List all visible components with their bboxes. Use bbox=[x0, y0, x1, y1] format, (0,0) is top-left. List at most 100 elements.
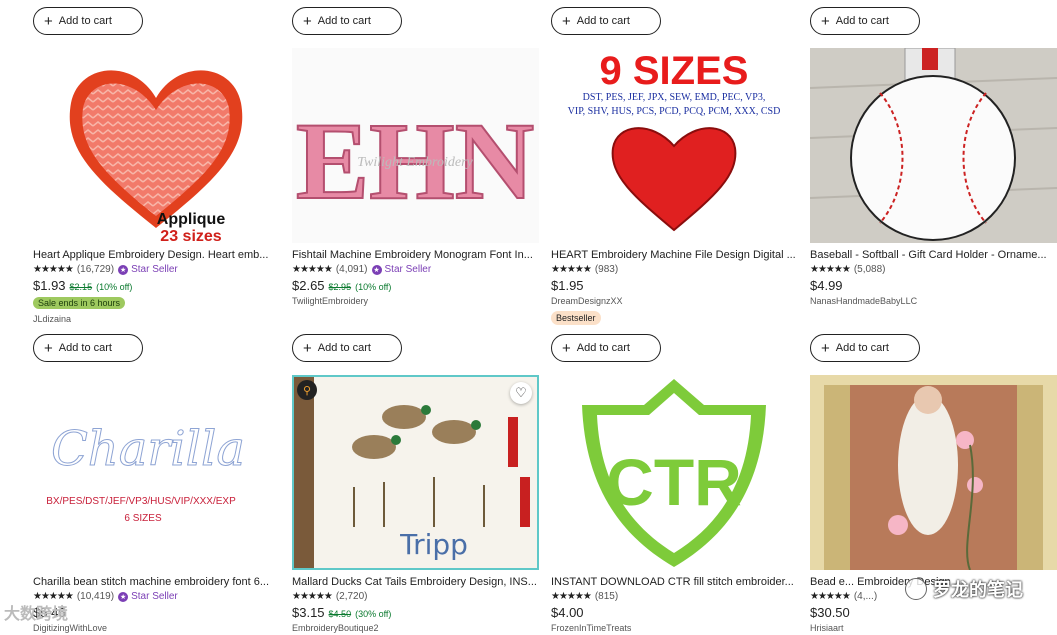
add-to-cart-button[interactable]: + Add to cart bbox=[33, 334, 143, 362]
review-count: (5,088) bbox=[853, 264, 886, 275]
shop-name[interactable]: EmbroideryBoutique2 bbox=[292, 623, 539, 633]
add-to-cart-button[interactable]: + Add to cart bbox=[33, 7, 143, 35]
price: $2.65 bbox=[292, 278, 325, 293]
listing-title[interactable]: Baseball - Softball - Gift Card Holder -… bbox=[810, 249, 1057, 261]
wechat-icon bbox=[905, 578, 927, 600]
plus-icon: + bbox=[562, 12, 571, 30]
add-to-cart-button[interactable]: + Add to cart bbox=[292, 334, 402, 362]
image-caption: Charilla bbox=[51, 421, 245, 477]
listing-image[interactable] bbox=[810, 48, 1057, 243]
listing-title[interactable]: Heart Applique Embroidery Design. Heart … bbox=[33, 249, 280, 261]
image-caption: Applique bbox=[157, 211, 226, 228]
review-count: (983) bbox=[594, 264, 619, 275]
ctr-shield-image: CTR bbox=[582, 379, 766, 567]
listing-image[interactable]: Applique 23 sizes bbox=[33, 48, 280, 243]
image-caption: Twilight Embroidery bbox=[357, 155, 473, 170]
plus-icon: + bbox=[44, 339, 53, 357]
listing-title[interactable]: Mallard Ducks Cat Tails Embroidery Desig… bbox=[292, 576, 539, 588]
star-rating-icon: ★★★★★ bbox=[292, 591, 333, 602]
star-rating-icon: ★★★★★ bbox=[551, 264, 592, 275]
add-to-cart-row-top: + Add to cart + Add to cart + Add to cart +… bbox=[0, 7, 1057, 41]
price-row: $4.99 bbox=[810, 278, 1057, 293]
listing-card[interactable]: 9 SIZES DST, PES, JEF, JPX, SEW, EMD, PE… bbox=[551, 48, 798, 326]
discount: (10% off) bbox=[355, 282, 392, 292]
price-row: $1.93 $2.15 (10% off) bbox=[33, 278, 280, 293]
listing-image[interactable]: Tripp ⚲ ♡ bbox=[292, 375, 539, 570]
review-count: (16,729) bbox=[76, 264, 115, 275]
listing-title[interactable]: Fishtail Machine Embroidery Monogram Fon… bbox=[292, 249, 539, 261]
listing-card[interactable]: Charilla BX/PES/DST/JEF/VP3/HUS/VIP/XXX/… bbox=[33, 375, 280, 633]
favorite-heart-icon[interactable]: ♡ bbox=[510, 382, 532, 404]
original-price: $4.50 bbox=[328, 609, 352, 619]
watermark-left: 大数跨境 bbox=[4, 606, 69, 623]
rating: ★★★★★ (983) bbox=[551, 264, 798, 275]
image-caption: 23 sizes bbox=[160, 228, 221, 243]
listing-title[interactable]: Charilla bean stitch machine embroidery … bbox=[33, 576, 280, 588]
star-seller-icon: ★ bbox=[118, 264, 129, 275]
add-to-cart-button[interactable]: + Add to cart bbox=[810, 7, 920, 35]
add-to-cart-row-bottom: + Add to cart + Add to cart + Add to cart +… bbox=[0, 334, 1057, 368]
star-rating-icon: ★★★★★ bbox=[810, 591, 851, 602]
bestseller-badge: Bestseller bbox=[551, 311, 601, 325]
add-to-cart-button[interactable]: + Add to cart bbox=[810, 334, 920, 362]
search-lens-icon[interactable]: ⚲ bbox=[297, 380, 317, 400]
rating: ★★★★★ (5,088) bbox=[810, 264, 1057, 275]
add-to-cart-button[interactable]: + Add to cart bbox=[292, 7, 402, 35]
listing-card[interactable]: Tripp ⚲ ♡ Mallard Ducks Cat Tails Embroi… bbox=[292, 375, 539, 633]
image-caption: CTR bbox=[606, 445, 742, 519]
price: $1.93 bbox=[33, 278, 66, 293]
listing-image[interactable]: CTR bbox=[551, 375, 798, 570]
shop-name[interactable]: FrozenInTimeTreats bbox=[551, 623, 798, 633]
monogram-image: EHN Twilight Embroidery bbox=[295, 99, 535, 223]
listing-image[interactable] bbox=[810, 375, 1057, 570]
review-count: (10,419) bbox=[76, 591, 115, 602]
listing-image[interactable]: 9 SIZES DST, PES, JEF, JPX, SEW, EMD, PE… bbox=[551, 48, 798, 243]
listing-title[interactable]: HEART Embroidery Machine File Design Dig… bbox=[551, 249, 798, 261]
price-row: $2.65 $2.95 (10% off) bbox=[292, 278, 539, 293]
listing-title[interactable]: INSTANT DOWNLOAD CTR fill stitch embroid… bbox=[551, 576, 798, 588]
review-count: (4,091) bbox=[335, 264, 368, 275]
heart-sizes-image: 9 SIZES DST, PES, JEF, JPX, SEW, EMD, PE… bbox=[568, 49, 780, 232]
star-seller-badge: ★ Star Seller bbox=[118, 591, 178, 602]
price-row: $1.95 bbox=[551, 278, 798, 293]
rating: ★★★★★ (10,419) ★ Star Seller bbox=[33, 591, 280, 602]
original-price: $2.95 bbox=[328, 282, 352, 292]
plus-icon: + bbox=[821, 339, 830, 357]
price: $30.50 bbox=[810, 605, 850, 620]
add-to-cart-button[interactable]: + Add to cart bbox=[551, 334, 661, 362]
shop-name[interactable]: NanasHandmadeBabyLLC bbox=[810, 296, 1057, 306]
listing-image[interactable]: Charilla BX/PES/DST/JEF/VP3/HUS/VIP/XXX/… bbox=[33, 375, 280, 570]
star-rating-icon: ★★★★★ bbox=[292, 264, 333, 275]
image-caption: BX/PES/DST/JEF/VP3/HUS/VIP/XXX/EXP bbox=[46, 496, 236, 507]
price-row: $4.00 bbox=[551, 605, 798, 620]
price-row: $30.50 bbox=[810, 605, 1057, 620]
shop-name[interactable]: DigitizingWithLove bbox=[33, 623, 280, 633]
image-caption: DST, PES, JEF, JPX, SEW, EMD, PEC, VP3, bbox=[583, 92, 766, 103]
listing-card[interactable]: Baseball - Softball - Gift Card Holder -… bbox=[810, 48, 1057, 306]
rating: ★★★★★ (2,720) bbox=[292, 591, 539, 602]
shop-name[interactable]: JLdizaina bbox=[33, 314, 280, 324]
star-rating-icon: ★★★★★ bbox=[810, 264, 851, 275]
shop-name[interactable]: Hrisiaart bbox=[810, 623, 1057, 633]
bead-embroidery-image bbox=[810, 375, 1057, 570]
star-seller-badge: ★ Star Seller bbox=[118, 264, 178, 275]
price: $1.95 bbox=[551, 278, 584, 293]
plus-icon: + bbox=[303, 339, 312, 357]
add-to-cart-button[interactable]: + Add to cart bbox=[551, 7, 661, 35]
plus-icon: + bbox=[303, 12, 312, 30]
rating: ★★★★★ (4,091) ★ Star Seller bbox=[292, 264, 539, 275]
listing-card[interactable]: CTR INSTANT DOWNLOAD CTR fill stitch emb… bbox=[551, 375, 798, 633]
review-count: (815) bbox=[594, 591, 619, 602]
listing-card[interactable]: EHN Twilight Embroidery Fishtail Machine… bbox=[292, 48, 539, 306]
review-count: (2,720) bbox=[335, 591, 368, 602]
heart-applique-image: Applique 23 sizes bbox=[69, 70, 243, 243]
star-rating-icon: ★★★★★ bbox=[551, 591, 592, 602]
price: $4.00 bbox=[551, 605, 584, 620]
star-seller-badge: ★ Star Seller bbox=[371, 264, 432, 275]
plus-icon: + bbox=[821, 12, 830, 30]
shop-name[interactable]: DreamDesignzXX bbox=[551, 296, 798, 306]
listing-image[interactable]: EHN Twilight Embroidery bbox=[292, 48, 539, 243]
image-caption: 9 SIZES bbox=[600, 49, 749, 93]
listing-card[interactable]: Applique 23 sizes Heart Applique Embroid… bbox=[33, 48, 280, 324]
shop-name[interactable]: TwilightEmbroidery bbox=[292, 296, 539, 306]
